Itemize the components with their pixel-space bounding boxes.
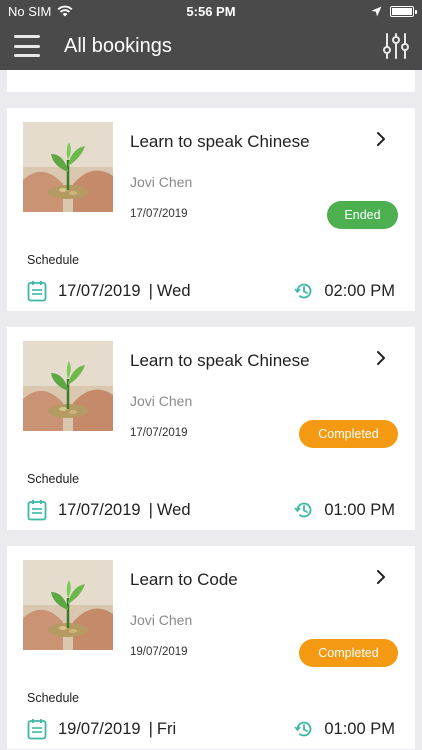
booking-card[interactable]: Learn to Code Jovi Chen 19/07/2019 Compl… — [7, 546, 415, 749]
teacher-name: Jovi Chen — [130, 174, 193, 190]
schedule-time: 01:00 PM — [324, 719, 395, 738]
course-title[interactable]: Learn to Code — [130, 570, 238, 590]
status-badge: Completed — [299, 639, 398, 667]
schedule-separator: | — [148, 281, 153, 300]
schedule-date: 17/07/2019 — [58, 500, 141, 519]
bookings-list[interactable]: Learn to speak Chinese Jovi Chen 17/07/2… — [0, 70, 422, 750]
clock-history-icon — [294, 283, 312, 299]
course-thumbnail — [23, 341, 113, 431]
course-thumbnail — [23, 122, 113, 212]
calendar-icon — [27, 500, 47, 521]
plant-in-hands-image — [23, 341, 113, 431]
battery-icon — [390, 5, 417, 17]
schedule-row: 17/07/2019 | Wed 01:00 PM — [27, 497, 395, 523]
schedule-time-group: 01:00 PM — [294, 500, 395, 520]
schedule-separator: | — [148, 719, 153, 738]
app-bar: All bookings — [0, 22, 422, 70]
status-badge: Completed — [299, 420, 398, 448]
teacher-name: Jovi Chen — [130, 393, 193, 409]
booking-date: 17/07/2019 — [130, 427, 188, 439]
chevron-right-icon[interactable] — [375, 131, 387, 147]
course-title[interactable]: Learn to speak Chinese — [130, 132, 310, 152]
status-right — [371, 5, 417, 17]
schedule-day: Wed — [156, 281, 191, 300]
status-badge: Ended — [327, 201, 398, 229]
chevron-right-icon[interactable] — [375, 569, 387, 585]
schedule-label: Schedule — [27, 253, 80, 267]
plant-in-hands-image — [23, 122, 113, 212]
booking-date: 17/07/2019 — [130, 208, 188, 220]
schedule-separator: | — [148, 500, 153, 519]
page-title: All bookings — [64, 34, 172, 57]
status-bar: No SIM 5:56 PM — [0, 0, 422, 22]
teacher-name: Jovi Chen — [130, 612, 193, 628]
schedule-label: Schedule — [27, 691, 80, 705]
schedule-row: 17/07/2019 | Wed 02:00 PM — [27, 278, 395, 304]
booking-card[interactable]: Learn to speak Chinese Jovi Chen 17/07/2… — [7, 327, 415, 530]
course-title[interactable]: Learn to speak Chinese — [130, 351, 310, 371]
schedule-date: 19/07/2019 — [58, 719, 141, 738]
schedule-day: Fri — [156, 719, 177, 738]
schedule-time-group: 02:00 PM — [294, 281, 395, 301]
wifi-icon — [57, 5, 73, 17]
clock-history-icon — [294, 721, 312, 737]
clock-history-icon — [294, 502, 312, 518]
course-thumbnail — [23, 560, 113, 650]
chevron-right-icon[interactable] — [375, 350, 387, 366]
schedule-row: 19/07/2019 | Fri 01:00 PM — [27, 716, 395, 742]
schedule-time-group: 01:00 PM — [294, 719, 395, 739]
schedule-day: Wed — [156, 500, 191, 519]
hamburger-menu-icon[interactable] — [14, 35, 40, 57]
schedule-time: 02:00 PM — [324, 281, 395, 300]
location-arrow-icon — [371, 6, 382, 16]
status-left: No SIM — [8, 4, 73, 19]
filter-sliders-icon[interactable] — [382, 32, 410, 60]
booking-card[interactable]: Learn to speak Chinese Jovi Chen 17/07/2… — [7, 108, 415, 311]
schedule-date: 17/07/2019 — [58, 281, 141, 300]
calendar-icon — [27, 281, 47, 302]
plant-in-hands-image — [23, 560, 113, 650]
carrier-label: No SIM — [8, 3, 52, 19]
booking-date: 19/07/2019 — [130, 646, 188, 658]
previous-booking-card[interactable] — [7, 70, 415, 92]
schedule-label: Schedule — [27, 472, 80, 486]
schedule-time: 01:00 PM — [324, 500, 395, 519]
calendar-icon — [27, 719, 47, 740]
